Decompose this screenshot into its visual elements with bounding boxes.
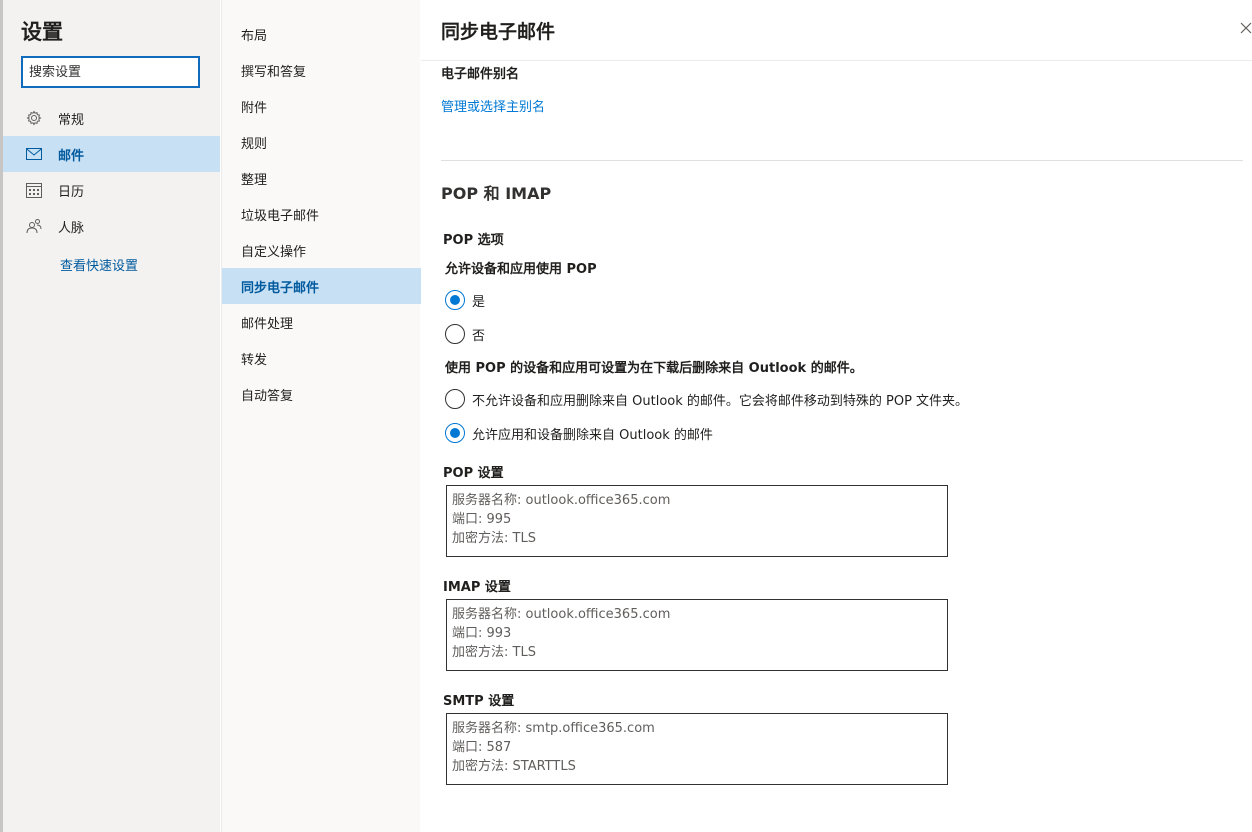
imap-settings-label: IMAP 设置	[443, 580, 511, 595]
settings-sidebar: 设置 常规 邮件 日历 人脉 查看快速设置	[3, 0, 220, 832]
sync-email-panel: 同步电子邮件 电子邮件别名 管理或选择主别名 POP 和 IMAP POP 选项…	[421, 0, 1252, 832]
pop-settings-box[interactable]: 服务器名称: outlook.office365.com 端口: 995 加密方…	[446, 485, 948, 557]
pop-imap-section-title: POP 和 IMAP	[441, 184, 552, 203]
calendar-icon	[25, 181, 43, 199]
settings-nav: 常规 邮件 日历 人脉	[3, 100, 220, 244]
email-alias-label: 电子邮件别名	[441, 67, 520, 82]
people-icon	[25, 217, 43, 235]
radio-label: 不允许设备和应用删除来自 Outlook 的邮件。它会将邮件移动到特殊的 POP…	[472, 393, 969, 409]
section-divider	[441, 160, 1243, 161]
imap-settings-box[interactable]: 服务器名称: outlook.office365.com 端口: 993 加密方…	[446, 599, 948, 671]
manage-alias-link[interactable]: 管理或选择主别名	[441, 96, 545, 115]
disallow-delete-radio[interactable]: 不允许设备和应用删除来自 Outlook 的邮件。它会将邮件移动到特殊的 POP…	[445, 388, 968, 410]
radio-label: 否	[472, 328, 486, 344]
pop-port: 端口: 995	[452, 512, 512, 527]
mail-settings-subnav: 布局 撰写和答复 附件 规则 整理 垃圾电子邮件 自定义操作 同步电子邮件 邮件…	[221, 0, 421, 832]
subnav-item-sync-email[interactable]: 同步电子邮件	[222, 268, 421, 304]
nav-label: 邮件	[58, 148, 85, 164]
radio-label: 是	[472, 294, 486, 310]
radio-unchecked-icon	[445, 389, 465, 409]
pop-encryption: 加密方法: TLS	[452, 531, 536, 546]
imap-server: 服务器名称: outlook.office365.com	[452, 607, 671, 622]
subnav-item-rules[interactable]: 规则	[222, 124, 421, 160]
nav-label: 常规	[58, 112, 85, 128]
nav-item-general[interactable]: 常规	[3, 100, 220, 136]
nav-label: 日历	[58, 184, 85, 200]
subnav-item-compose[interactable]: 撰写和答复	[222, 52, 421, 88]
nav-item-people[interactable]: 人脉	[3, 208, 220, 244]
smtp-server: 服务器名称: smtp.office365.com	[452, 721, 655, 736]
nav-item-mail[interactable]: 邮件	[3, 136, 220, 172]
radio-checked-icon	[445, 290, 465, 310]
imap-port: 端口: 993	[452, 626, 512, 641]
imap-encryption: 加密方法: TLS	[452, 645, 536, 660]
mail-icon	[25, 145, 43, 163]
pop-options-label: POP 选项	[443, 233, 504, 248]
close-button[interactable]	[1236, 18, 1252, 38]
radio-unchecked-icon	[445, 324, 465, 344]
allow-pop-yes-radio[interactable]: 是	[445, 289, 485, 311]
allow-pop-no-radio[interactable]: 否	[445, 323, 485, 345]
pop-settings-label: POP 设置	[443, 466, 504, 481]
delete-setting-label: 使用 POP 的设备和应用可设置为在下载后删除来自 Outlook 的邮件。	[445, 361, 863, 376]
nav-label: 人脉	[58, 220, 85, 236]
subnav-item-layout[interactable]: 布局	[222, 16, 421, 52]
smtp-port: 端口: 587	[452, 740, 512, 755]
subnav-item-auto-replies[interactable]: 自动答复	[222, 376, 421, 412]
radio-checked-icon	[445, 423, 465, 443]
subnav-item-sweep[interactable]: 整理	[222, 160, 421, 196]
gear-icon	[25, 109, 43, 127]
subnav-item-attachments[interactable]: 附件	[222, 88, 421, 124]
close-icon	[1240, 19, 1252, 38]
nav-item-calendar[interactable]: 日历	[3, 172, 220, 208]
page-title: 同步电子邮件	[441, 21, 556, 43]
subnav-item-forwarding[interactable]: 转发	[222, 340, 421, 376]
subnav-item-junk[interactable]: 垃圾电子邮件	[222, 196, 421, 232]
header-divider	[421, 60, 1252, 61]
view-quick-settings-link[interactable]: 查看快速设置	[60, 255, 138, 274]
allow-pop-label: 允许设备和应用使用 POP	[445, 262, 597, 277]
smtp-encryption: 加密方法: STARTTLS	[452, 759, 576, 774]
subnav-item-message-handling[interactable]: 邮件处理	[222, 304, 421, 340]
radio-label: 允许应用和设备删除来自 Outlook 的邮件	[472, 427, 713, 443]
smtp-settings-box[interactable]: 服务器名称: smtp.office365.com 端口: 587 加密方法: …	[446, 713, 948, 785]
search-settings-input[interactable]	[21, 56, 200, 88]
subnav-item-custom-actions[interactable]: 自定义操作	[222, 232, 421, 268]
settings-title: 设置	[21, 20, 63, 44]
pop-server: 服务器名称: outlook.office365.com	[452, 493, 671, 508]
allow-delete-radio[interactable]: 允许应用和设备删除来自 Outlook 的邮件	[445, 422, 713, 444]
smtp-settings-label: SMTP 设置	[443, 694, 515, 709]
